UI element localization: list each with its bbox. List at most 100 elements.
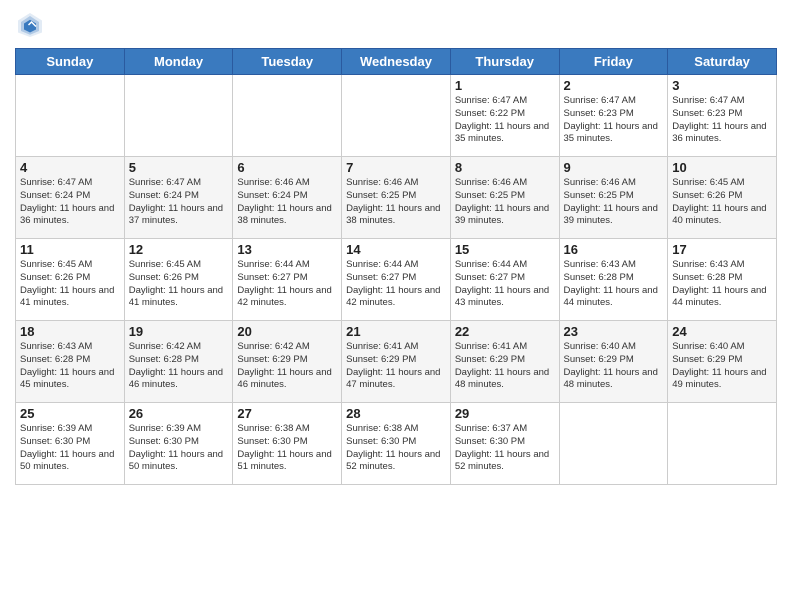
header bbox=[15, 10, 777, 40]
calendar-cell: 25 Sunrise: 6:39 AM Sunset: 6:30 PM Dayli… bbox=[16, 403, 125, 485]
col-header-saturday: Saturday bbox=[668, 49, 777, 75]
day-number: 26 bbox=[129, 406, 229, 421]
calendar-cell: 20Sunrise: 6:42 AM Sunset: 6:29 PM Dayli… bbox=[233, 321, 342, 403]
day-info: Sunrise: 6:47 AM Sunset: 6:24 PM Dayligh… bbox=[20, 177, 120, 228]
calendar-week-row: 4 Sunrise: 6:47 AM Sunset: 6:24 PM Daylig… bbox=[16, 157, 777, 239]
col-header-thursday: Thursday bbox=[450, 49, 559, 75]
calendar-cell: 8 Sunrise: 6:46 AM Sunset: 6:25 PM Daylig… bbox=[450, 157, 559, 239]
day-info: Sunrise: 6:38 AM Sunset: 6:30 PM Dayligh… bbox=[237, 423, 337, 474]
calendar-cell: 7 Sunrise: 6:46 AM Sunset: 6:25 PM Daylig… bbox=[342, 157, 451, 239]
logo-icon bbox=[15, 10, 45, 40]
day-info: Sunrise: 6:47 AM Sunset: 6:23 PM Dayligh… bbox=[672, 95, 772, 146]
calendar-cell: 24 Sunrise: 6:40 AM Sunset: 6:29 PM Dayli… bbox=[668, 321, 777, 403]
day-number: 21 bbox=[346, 324, 446, 339]
calendar-cell: 4 Sunrise: 6:47 AM Sunset: 6:24 PM Daylig… bbox=[16, 157, 125, 239]
day-info: Sunrise: 6:46 AM Sunset: 6:25 PM Dayligh… bbox=[346, 177, 446, 228]
day-info: Sunrise: 6:47 AM Sunset: 6:22 PM Dayligh… bbox=[455, 95, 555, 146]
day-number: 13 bbox=[237, 242, 337, 257]
day-info: Sunrise: 6:41 AM Sunset: 6:29 PM Dayligh… bbox=[346, 341, 446, 392]
calendar-cell: 27 Sunrise: 6:38 AM Sunset: 6:30 PM Dayli… bbox=[233, 403, 342, 485]
day-info: Sunrise: 6:43 AM Sunset: 6:28 PM Dayligh… bbox=[564, 259, 664, 310]
calendar-cell: 22Sunrise: 6:41 AM Sunset: 6:29 PM Dayli… bbox=[450, 321, 559, 403]
page: SundayMondayTuesdayWednesdayThursdayFrid… bbox=[0, 0, 792, 612]
day-number: 28 bbox=[346, 406, 446, 421]
calendar-week-row: 1 Sunrise: 6:47 AM Sunset: 6:22 PM Daylig… bbox=[16, 75, 777, 157]
calendar-cell: 23 Sunrise: 6:40 AM Sunset: 6:29 PM Dayli… bbox=[559, 321, 668, 403]
calendar-cell: 6 Sunrise: 6:46 AM Sunset: 6:24 PM Daylig… bbox=[233, 157, 342, 239]
day-number: 6 bbox=[237, 160, 337, 175]
day-info: Sunrise: 6:39 AM Sunset: 6:30 PM Dayligh… bbox=[20, 423, 120, 474]
day-number: 10 bbox=[672, 160, 772, 175]
calendar-cell: 29 Sunrise: 6:37 AM Sunset: 6:30 PM Dayli… bbox=[450, 403, 559, 485]
day-number: 1 bbox=[455, 78, 555, 93]
calendar-cell: 13 Sunrise: 6:44 AM Sunset: 6:27 PM Dayli… bbox=[233, 239, 342, 321]
day-number: 25 bbox=[20, 406, 120, 421]
day-number: 7 bbox=[346, 160, 446, 175]
day-info: Sunrise: 6:39 AM Sunset: 6:30 PM Dayligh… bbox=[129, 423, 229, 474]
day-info: Sunrise: 6:40 AM Sunset: 6:29 PM Dayligh… bbox=[672, 341, 772, 392]
col-header-tuesday: Tuesday bbox=[233, 49, 342, 75]
day-info: Sunrise: 6:37 AM Sunset: 6:30 PM Dayligh… bbox=[455, 423, 555, 474]
calendar-cell: 16 Sunrise: 6:43 AM Sunset: 6:28 PM Dayli… bbox=[559, 239, 668, 321]
day-info: Sunrise: 6:45 AM Sunset: 6:26 PM Dayligh… bbox=[129, 259, 229, 310]
day-number: 12 bbox=[129, 242, 229, 257]
calendar-cell: 9 Sunrise: 6:46 AM Sunset: 6:25 PM Daylig… bbox=[559, 157, 668, 239]
day-info: Sunrise: 6:43 AM Sunset: 6:28 PM Dayligh… bbox=[20, 341, 120, 392]
day-number: 23 bbox=[564, 324, 664, 339]
day-info: Sunrise: 6:40 AM Sunset: 6:29 PM Dayligh… bbox=[564, 341, 664, 392]
calendar-week-row: 11 Sunrise: 6:45 AM Sunset: 6:26 PM Dayli… bbox=[16, 239, 777, 321]
day-number: 24 bbox=[672, 324, 772, 339]
day-number: 8 bbox=[455, 160, 555, 175]
day-number: 19 bbox=[129, 324, 229, 339]
day-number: 27 bbox=[237, 406, 337, 421]
day-number: 18 bbox=[20, 324, 120, 339]
day-info: Sunrise: 6:44 AM Sunset: 6:27 PM Dayligh… bbox=[346, 259, 446, 310]
calendar-cell: 18 Sunrise: 6:43 AM Sunset: 6:28 PM Dayli… bbox=[16, 321, 125, 403]
day-info: Sunrise: 6:43 AM Sunset: 6:28 PM Dayligh… bbox=[672, 259, 772, 310]
calendar-cell: 2 Sunrise: 6:47 AM Sunset: 6:23 PM Daylig… bbox=[559, 75, 668, 157]
calendar-cell: 5 Sunrise: 6:47 AM Sunset: 6:24 PM Daylig… bbox=[124, 157, 233, 239]
day-info: Sunrise: 6:38 AM Sunset: 6:30 PM Dayligh… bbox=[346, 423, 446, 474]
calendar-header-row: SundayMondayTuesdayWednesdayThursdayFrid… bbox=[16, 49, 777, 75]
day-number: 14 bbox=[346, 242, 446, 257]
calendar-cell: 19Sunrise: 6:42 AM Sunset: 6:28 PM Dayli… bbox=[124, 321, 233, 403]
day-info: Sunrise: 6:47 AM Sunset: 6:23 PM Dayligh… bbox=[564, 95, 664, 146]
day-number: 29 bbox=[455, 406, 555, 421]
calendar-cell bbox=[342, 75, 451, 157]
day-number: 16 bbox=[564, 242, 664, 257]
calendar-cell: 14 Sunrise: 6:44 AM Sunset: 6:27 PM Dayli… bbox=[342, 239, 451, 321]
day-info: Sunrise: 6:46 AM Sunset: 6:24 PM Dayligh… bbox=[237, 177, 337, 228]
calendar-cell: 1 Sunrise: 6:47 AM Sunset: 6:22 PM Daylig… bbox=[450, 75, 559, 157]
calendar-week-row: 25 Sunrise: 6:39 AM Sunset: 6:30 PM Dayli… bbox=[16, 403, 777, 485]
calendar-table: SundayMondayTuesdayWednesdayThursdayFrid… bbox=[15, 48, 777, 485]
calendar-cell bbox=[668, 403, 777, 485]
calendar-cell: 17 Sunrise: 6:43 AM Sunset: 6:28 PM Dayli… bbox=[668, 239, 777, 321]
col-header-sunday: Sunday bbox=[16, 49, 125, 75]
day-number: 15 bbox=[455, 242, 555, 257]
day-info: Sunrise: 6:46 AM Sunset: 6:25 PM Dayligh… bbox=[455, 177, 555, 228]
calendar-cell bbox=[233, 75, 342, 157]
day-number: 3 bbox=[672, 78, 772, 93]
calendar-cell bbox=[559, 403, 668, 485]
col-header-wednesday: Wednesday bbox=[342, 49, 451, 75]
day-number: 2 bbox=[564, 78, 664, 93]
calendar-cell bbox=[16, 75, 125, 157]
day-info: Sunrise: 6:46 AM Sunset: 6:25 PM Dayligh… bbox=[564, 177, 664, 228]
calendar-cell: 10 Sunrise: 6:45 AM Sunset: 6:26 PM Dayli… bbox=[668, 157, 777, 239]
calendar-cell: 11Sunrise: 6:45 AM Sunset: 6:26 PM Dayli… bbox=[16, 239, 125, 321]
calendar-cell: 21 Sunrise: 6:41 AM Sunset: 6:29 PM Dayli… bbox=[342, 321, 451, 403]
day-number: 11 bbox=[20, 242, 120, 257]
day-number: 4 bbox=[20, 160, 120, 175]
day-info: Sunrise: 6:47 AM Sunset: 6:24 PM Dayligh… bbox=[129, 177, 229, 228]
day-info: Sunrise: 6:42 AM Sunset: 6:29 PM Dayligh… bbox=[237, 341, 337, 392]
calendar-week-row: 18 Sunrise: 6:43 AM Sunset: 6:28 PM Dayli… bbox=[16, 321, 777, 403]
day-info: Sunrise: 6:44 AM Sunset: 6:27 PM Dayligh… bbox=[237, 259, 337, 310]
col-header-monday: Monday bbox=[124, 49, 233, 75]
day-number: 5 bbox=[129, 160, 229, 175]
calendar-cell: 12 Sunrise: 6:45 AM Sunset: 6:26 PM Dayli… bbox=[124, 239, 233, 321]
day-number: 9 bbox=[564, 160, 664, 175]
day-number: 17 bbox=[672, 242, 772, 257]
day-info: Sunrise: 6:41 AM Sunset: 6:29 PM Dayligh… bbox=[455, 341, 555, 392]
day-info: Sunrise: 6:45 AM Sunset: 6:26 PM Dayligh… bbox=[672, 177, 772, 228]
calendar-cell: 15Sunrise: 6:44 AM Sunset: 6:27 PM Dayli… bbox=[450, 239, 559, 321]
